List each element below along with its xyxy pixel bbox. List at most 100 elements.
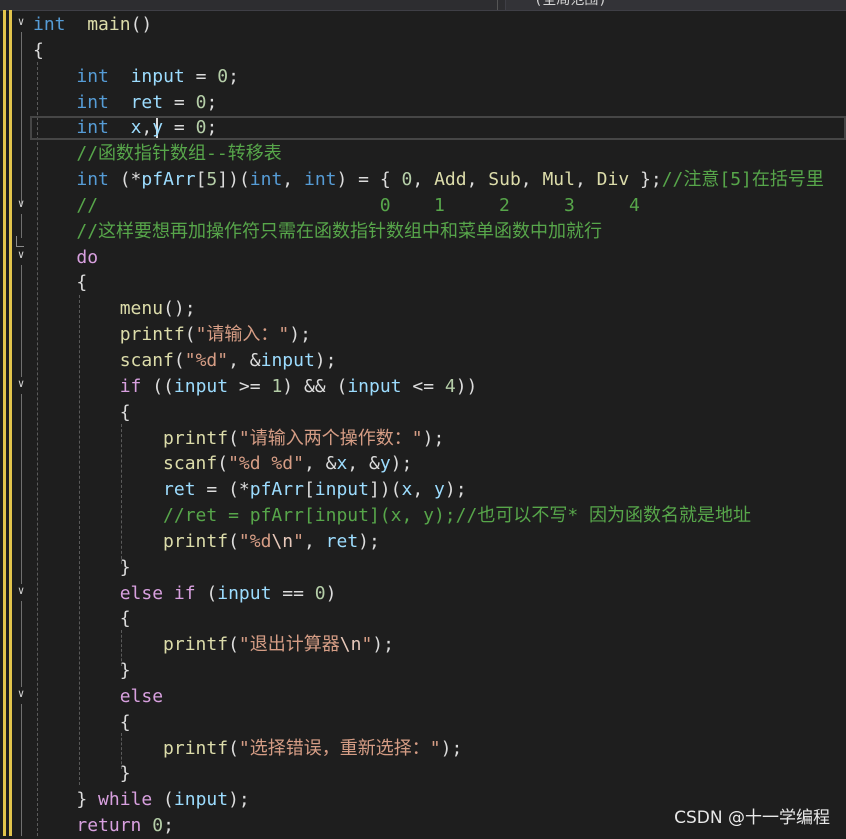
punctuation-token: ,	[466, 169, 489, 191]
punctuation-token: [	[303, 479, 315, 501]
punctuation-token: =	[184, 65, 218, 87]
keyword-token: int	[33, 14, 66, 35]
code-line[interactable]: printf("选择错误，重新选择：");	[33, 736, 824, 762]
code-line[interactable]: int main()	[33, 12, 824, 38]
punctuation-token: [	[195, 169, 207, 191]
code-line[interactable]: {	[33, 38, 824, 64]
function-name-token: scanf	[119, 349, 174, 371]
outline-line	[21, 214, 22, 238]
punctuation-token	[109, 66, 131, 87]
collapse-chevron-icon[interactable]: ∨	[13, 583, 29, 599]
code-line[interactable]: scanf("%d", &input);	[33, 348, 824, 374]
punctuation-token: }	[33, 789, 99, 811]
identifier-token: y	[379, 453, 391, 475]
outline-line	[21, 601, 22, 687]
punctuation-token: (	[184, 324, 196, 346]
punctuation-token: ))	[455, 375, 478, 397]
code-line[interactable]: // 0 1 2 3 4	[33, 193, 824, 219]
punctuation-token	[33, 583, 120, 604]
code-line[interactable]: }	[33, 658, 824, 684]
punctuation-token: {	[33, 401, 131, 423]
function-name-token: Add	[434, 169, 467, 191]
identifier-token: input	[347, 375, 402, 397]
function-name-token: printf	[163, 737, 229, 759]
punctuation-token: {	[33, 272, 88, 294]
collapse-chevron-icon[interactable]: ∨	[13, 686, 29, 702]
collapse-chevron-icon[interactable]: ∨	[13, 14, 29, 30]
punctuation-token: {	[33, 39, 44, 61]
code-line[interactable]: if ((input >= 1) && (input <= 4))	[33, 374, 824, 400]
punctuation-token	[141, 815, 152, 836]
punctuation-token: };	[629, 169, 662, 191]
punctuation-token: ()	[130, 14, 153, 35]
identifier-token: ret	[163, 479, 196, 501]
identifier-token: pfArr	[141, 169, 196, 191]
identifier-token: input	[217, 582, 272, 604]
code-line[interactable]: printf("退出计算器\n");	[33, 632, 824, 658]
collapse-chevron-icon[interactable]: ∨	[13, 376, 29, 392]
identifier-token: input	[173, 789, 229, 811]
code-line[interactable]: {	[33, 400, 824, 426]
code-line[interactable]: int (*pfArr[5])(int, int) = { 0, Add, Su…	[33, 167, 824, 193]
code-editor[interactable]: int main(){ int input = 0; int ret = 0; …	[33, 12, 824, 839]
code-line[interactable]: menu();	[33, 296, 824, 322]
code-line[interactable]: printf("请输入：");	[33, 322, 824, 348]
code-line[interactable]: else if (input == 0)	[33, 581, 824, 607]
punctuation-token: {	[33, 608, 131, 630]
outline-line	[21, 32, 22, 204]
punctuation-token: ,	[412, 169, 435, 191]
nav-separator	[497, 0, 498, 10]
code-line[interactable]: printf("请输入两个操作数：");	[33, 426, 824, 452]
collapse-chevron-icon[interactable]: ∨	[13, 247, 29, 263]
identifier-token: y	[152, 117, 164, 139]
punctuation-token: ) = {	[336, 169, 402, 191]
control-keyword-token: else	[119, 685, 164, 707]
code-line[interactable]: //函数指针数组--转移表	[33, 141, 824, 167]
punctuation-token	[33, 221, 76, 242]
code-line[interactable]: }	[33, 555, 824, 581]
identifier-token: ret	[325, 530, 359, 552]
punctuation-token: ==	[271, 582, 315, 604]
code-line[interactable]: int input = 0;	[33, 64, 824, 90]
code-line[interactable]: ret = (*pfArr[input])(x, y);	[33, 477, 824, 503]
punctuation-token: }	[33, 660, 131, 682]
punctuation-token	[109, 117, 131, 138]
function-name-token: printf	[163, 427, 229, 449]
punctuation-token: )	[325, 582, 337, 604]
number-literal-token: 5	[206, 169, 218, 191]
code-line[interactable]: int x,y = 0;	[33, 115, 824, 141]
code-line[interactable]: int ret = 0;	[33, 90, 824, 116]
code-line[interactable]: scanf("%d %d", &x, &y);	[33, 451, 824, 477]
punctuation-token: ,	[303, 530, 326, 552]
punctuation-token: , &	[303, 453, 337, 475]
code-line[interactable]: //ret = pfArr[input](x, y);//也可以不写* 因为函数…	[33, 503, 824, 529]
punctuation-token: (*	[108, 169, 142, 191]
code-line[interactable]: //这样要想再加操作符只需在函数指针数组中和菜单函数中加就行	[33, 219, 824, 245]
code-line[interactable]: {	[33, 606, 824, 632]
string-literal-token: "请输入："	[195, 324, 290, 346]
watermark: CSDN @十一学编程	[674, 808, 830, 828]
punctuation-token: );	[440, 737, 463, 759]
identifier-token: input	[314, 479, 369, 501]
collapse-chevron-icon[interactable]: ∨	[13, 196, 29, 212]
punctuation-token: ();	[163, 298, 196, 320]
code-line[interactable]: }	[33, 761, 824, 787]
scope-dropdown[interactable]: (全局范围)	[505, 0, 846, 10]
punctuation-token	[33, 738, 163, 759]
number-literal-token: 0	[217, 65, 229, 87]
number-literal-token: 1	[271, 375, 283, 397]
identifier-token: ret	[130, 91, 164, 113]
code-line[interactable]: else	[33, 684, 824, 710]
punctuation-token: ,	[574, 169, 597, 191]
string-literal-token: "退出计算器	[238, 634, 340, 656]
number-literal-token: 4	[444, 375, 456, 397]
code-line[interactable]: {	[33, 270, 824, 296]
code-line[interactable]: do	[33, 245, 824, 271]
punctuation-token	[33, 428, 163, 449]
code-line[interactable]: {	[33, 710, 824, 736]
identifier-token: input	[173, 375, 229, 397]
function-name-token: Sub	[488, 169, 521, 191]
punctuation-token: (	[228, 427, 239, 449]
code-line[interactable]: printf("%d\n", ret);	[33, 529, 824, 555]
punctuation-token: <=	[401, 375, 445, 397]
